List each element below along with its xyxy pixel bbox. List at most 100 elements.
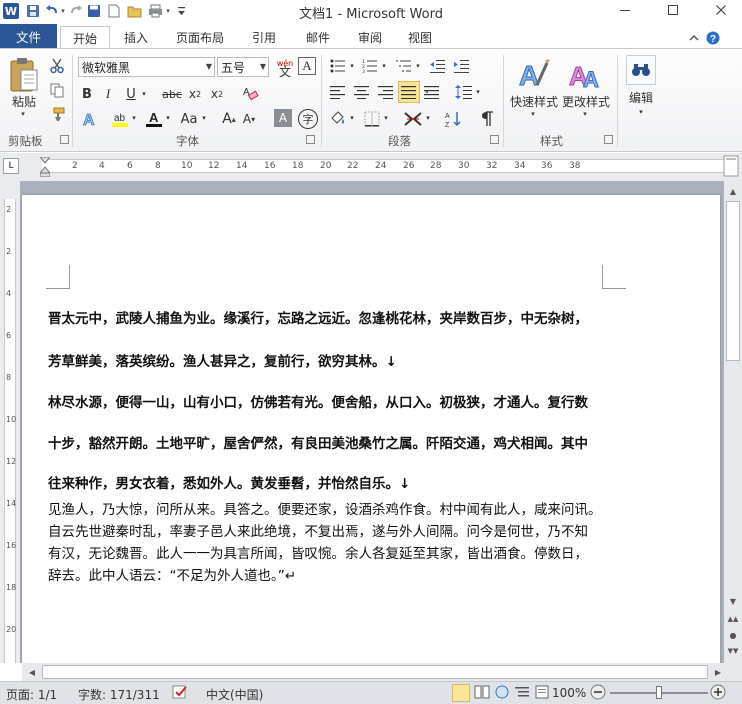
help-icon[interactable]: ?: [704, 26, 722, 49]
copy-icon[interactable]: [48, 81, 66, 99]
paste-button[interactable]: 粘贴: [6, 93, 42, 109]
normal-line[interactable]: 见渔人，乃大惊，问所从来。具答之。便要还家，设酒杀鸡作食。村中闻有此人，咸来问讯…: [48, 500, 608, 522]
redo-icon[interactable]: [68, 2, 84, 20]
paste-icon[interactable]: [6, 55, 42, 95]
print-dropdown-icon[interactable]: ▾: [164, 2, 172, 20]
tab-home[interactable]: 开始: [60, 26, 110, 49]
editing-dropdown-icon[interactable]: ▾: [636, 107, 646, 117]
font-color-dropdown-icon[interactable]: ▾: [164, 113, 172, 123]
increase-indent-icon[interactable]: [452, 57, 472, 75]
new-document-icon[interactable]: [106, 2, 122, 20]
font-color-icon[interactable]: A: [144, 109, 164, 129]
numbering-icon[interactable]: 123: [360, 57, 380, 75]
minimize-icon[interactable]: [608, 0, 642, 20]
tab-mailings[interactable]: 邮件: [296, 26, 340, 49]
tab-insert[interactable]: 插入: [114, 26, 158, 49]
horizontal-scrollbar[interactable]: ◀ ▶: [22, 663, 742, 681]
show-formatting-marks-icon[interactable]: [478, 109, 498, 129]
scroll-right-icon[interactable]: ▶: [710, 664, 726, 680]
word-count[interactable]: 字数: 171/311: [78, 686, 160, 703]
change-case-button[interactable]: Aa: [178, 109, 200, 129]
shading-dropdown-icon[interactable]: ▾: [348, 113, 356, 123]
web-layout-icon[interactable]: [494, 685, 510, 702]
draft-view-icon[interactable]: [534, 685, 550, 702]
normal-line[interactable]: 自云先世避秦时乱，率妻子邑人来此绝境，不复出焉，遂与外人间隔。问今是何世，乃不知: [48, 522, 608, 544]
phonetic-guide-button[interactable]: wén 文: [274, 57, 296, 79]
multilevel-dropdown-icon[interactable]: ▾: [414, 61, 422, 71]
borders-icon[interactable]: [362, 109, 382, 129]
bullets-dropdown-icon[interactable]: ▾: [348, 61, 356, 71]
select-browse-object-icon[interactable]: ●: [725, 627, 741, 643]
clipboard-launcher-icon[interactable]: [60, 135, 69, 144]
open-folder-icon[interactable]: [126, 2, 142, 20]
change-styles-icon[interactable]: AA: [566, 55, 606, 93]
align-right-icon[interactable]: [376, 83, 396, 101]
bullets-icon[interactable]: [328, 57, 348, 75]
strikethrough-button[interactable]: abc: [160, 85, 184, 103]
vertical-scrollbar[interactable]: ▲ ▼ ▲▲ ● ▼▼: [724, 181, 742, 663]
tab-file[interactable]: 文件: [0, 24, 57, 49]
asian-layout-icon[interactable]: [402, 109, 424, 129]
vertical-ruler-bar[interactable]: 2 2 4 6 8 10 12 14 16 18 20: [4, 199, 16, 663]
undo-dropdown-icon[interactable]: ▾: [59, 2, 67, 20]
highlight-dropdown-icon[interactable]: ▾: [130, 113, 138, 123]
change-styles-button[interactable]: 更改样式: [560, 93, 612, 109]
normal-line[interactable]: 辞去。此中人语云：“不足为外人道也。”↵: [48, 566, 608, 588]
paragraph-launcher-icon[interactable]: [490, 135, 499, 144]
scroll-up-icon[interactable]: ▲: [725, 183, 741, 199]
next-page-icon[interactable]: ▼▼: [725, 643, 741, 659]
word-app-icon[interactable]: W: [3, 3, 19, 19]
bold-line[interactable]: 往来种作，男女衣着，悉如外人。黄发垂髫，并怡然自乐。↓: [48, 472, 410, 492]
change-styles-dropdown-icon[interactable]: ▾: [580, 109, 590, 119]
change-case-dropdown-icon[interactable]: ▾: [200, 113, 208, 123]
tab-review[interactable]: 审阅: [348, 26, 392, 49]
underline-dropdown-icon[interactable]: ▾: [140, 89, 148, 99]
horizontal-scroll-thumb[interactable]: [42, 665, 708, 679]
close-icon[interactable]: [704, 0, 738, 20]
save-icon[interactable]: [24, 2, 42, 20]
numbering-dropdown-icon[interactable]: ▾: [380, 61, 388, 71]
cut-icon[interactable]: [48, 57, 66, 75]
italic-button[interactable]: I: [99, 85, 117, 103]
grow-font-button[interactable]: A ▴: [220, 109, 238, 129]
font-size-combo[interactable]: 五号 ▼: [217, 57, 269, 77]
styles-launcher-icon[interactable]: [604, 135, 613, 144]
bold-line[interactable]: 芳草鲜美，落英缤纷。渔人甚异之，复前行，欲穷其林。↓: [48, 350, 397, 370]
zoom-in-icon[interactable]: [710, 684, 726, 703]
save-disk-icon[interactable]: [86, 2, 102, 20]
font-name-combo[interactable]: 微软雅黑 ▼: [78, 57, 215, 77]
print-layout-view-icon[interactable]: [452, 684, 470, 702]
language-indicator[interactable]: 中文(中国): [206, 686, 263, 703]
undo-icon[interactable]: [45, 2, 59, 20]
bold-button[interactable]: B: [78, 85, 96, 103]
quick-styles-icon[interactable]: A: [514, 55, 554, 93]
page-count[interactable]: 页面: 1/1: [6, 686, 57, 703]
zoom-level[interactable]: 100%: [552, 686, 586, 700]
find-binoculars-icon[interactable]: [626, 55, 656, 85]
underline-button[interactable]: U: [122, 85, 140, 103]
customize-quick-access-icon[interactable]: [175, 2, 187, 20]
document-page[interactable]: 晋太元中，武陵人捕鱼为业。缘溪行，忘路之远近。忽逢桃花林，夹岸数百步，中无杂树，…: [22, 195, 720, 663]
full-screen-reading-icon[interactable]: [474, 685, 490, 702]
paste-dropdown-icon[interactable]: ▾: [18, 109, 28, 119]
outline-view-icon[interactable]: [514, 685, 530, 702]
align-center-icon[interactable]: [352, 83, 372, 101]
shrink-font-button[interactable]: A ▾: [240, 109, 258, 129]
sort-icon[interactable]: AZ: [444, 109, 464, 129]
scroll-down-icon[interactable]: ▼: [725, 593, 741, 609]
vertical-scroll-thumb[interactable]: [726, 201, 740, 361]
tab-selector-icon[interactable]: L: [3, 158, 19, 174]
justify-icon[interactable]: [398, 81, 420, 103]
clear-formatting-icon[interactable]: A: [240, 83, 260, 103]
bold-line[interactable]: 晋太元中，武陵人捕鱼为业。缘溪行，忘路之远近。忽逢桃花林，夹岸数百步，中无杂树，: [48, 307, 588, 327]
print-icon[interactable]: [147, 2, 163, 20]
bold-line[interactable]: 十步，豁然开朗。土地平旷，屋舍俨然，有良田美池桑竹之属。阡陌交通，鸡犬相闻。其中: [48, 432, 588, 452]
font-launcher-icon[interactable]: [306, 135, 315, 144]
borders-dropdown-icon[interactable]: ▾: [382, 113, 390, 123]
zoom-out-icon[interactable]: [590, 684, 606, 703]
distributed-icon[interactable]: [422, 83, 442, 101]
highlight-color-icon[interactable]: ab: [110, 109, 130, 129]
tab-references[interactable]: 引用: [242, 26, 286, 49]
editing-button[interactable]: 编辑: [624, 89, 658, 105]
spelling-check-icon[interactable]: [172, 684, 190, 703]
